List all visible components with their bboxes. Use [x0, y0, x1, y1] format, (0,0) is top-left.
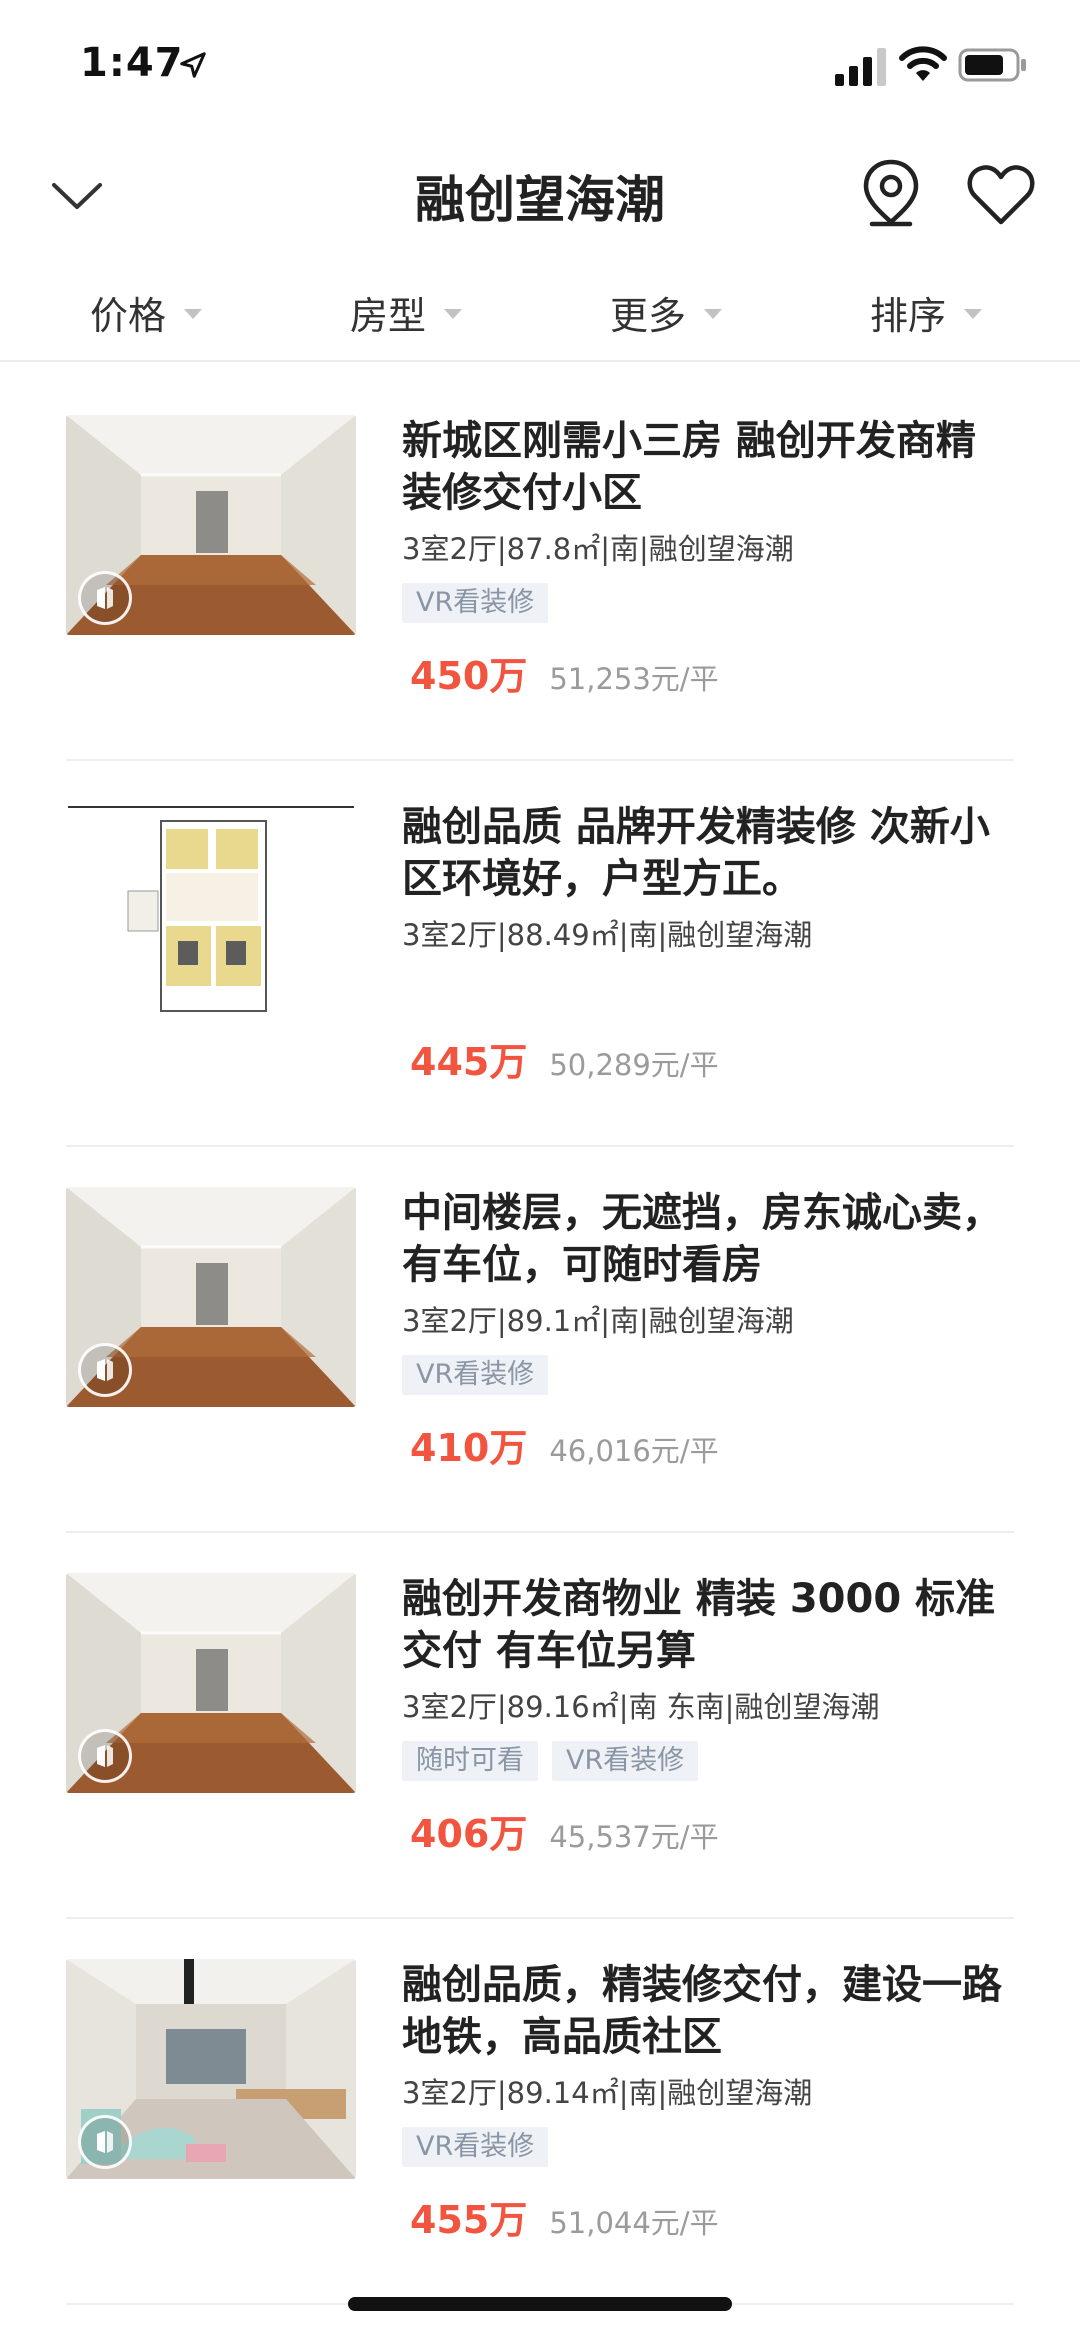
caret-down-icon [704, 309, 723, 319]
battery-icon [958, 48, 1026, 82]
listing-meta: 3室2厅|87.8㎡|南|融创望海潮 [402, 532, 794, 566]
status-time: 1:47 [80, 40, 184, 86]
price-row: 445万 50,289元/平 [402, 1031, 1014, 1086]
home-indicator [348, 2297, 732, 2311]
filter-label: 排序 [870, 293, 947, 338]
wifi-icon [899, 46, 947, 81]
unit-price: 51,044元/平 [549, 2206, 719, 2240]
listing-info: 融创品质，精装修交付，建设一路地铁，高品质社区 3室2厅|89.14㎡|南|融创… [402, 1959, 1014, 2244]
vr-icon [97, 1359, 113, 1381]
map-pin-icon[interactable] [858, 158, 924, 230]
price-row: 406万 45,537元/平 [402, 1803, 1014, 1858]
listing-item[interactable]: 融创品质 品牌开发精装修 次新小区环境好，户型方正。 3室2厅|88.49㎡|南… [66, 761, 1014, 1147]
unit-price: 46,016元/平 [549, 1434, 719, 1468]
listing-info: 融创品质 品牌开发精装修 次新小区环境好，户型方正。 3室2厅|88.49㎡|南… [402, 801, 1014, 1086]
floorplan-image [66, 801, 356, 1021]
tag-row [402, 969, 1014, 1009]
listing-thumbnail[interactable] [66, 801, 356, 1021]
total-price: 410万 [410, 1426, 528, 1470]
tag-row: VR看装修 [402, 583, 1014, 623]
unit-price: 51,253元/平 [549, 662, 719, 696]
feature-tag: 随时可看 [402, 1741, 538, 1781]
price-row: 410万 46,016元/平 [402, 1417, 1014, 1472]
listing-title: 融创品质 品牌开发精装修 次新小区环境好，户型方正。 [402, 804, 990, 902]
total-price: 450万 [410, 654, 528, 698]
vr-icon [97, 1745, 113, 1767]
listing-item[interactable]: 新城区刚需小三房 融创开发商精装修交付小区 3室2厅|87.8㎡|南|融创望海潮… [66, 375, 1014, 761]
listing-info: 新城区刚需小三房 融创开发商精装修交付小区 3室2厅|87.8㎡|南|融创望海潮… [402, 415, 1014, 700]
filter-label: 价格 [90, 293, 167, 338]
total-price: 445万 [410, 1040, 528, 1084]
filter-label: 房型 [350, 293, 427, 338]
tag-row: 随时可看 VR看装修 [402, 1741, 1014, 1781]
price-row: 450万 51,253元/平 [402, 645, 1014, 700]
vr-badge [78, 571, 132, 625]
total-price: 455万 [410, 2198, 528, 2242]
listing-info: 中间楼层，无遮挡，房东诚心卖，有车位，可随时看房 3室2厅|89.1㎡|南|融创… [402, 1187, 1014, 1472]
heart-icon[interactable] [966, 162, 1036, 228]
status-bar: 1:47 [0, 0, 1080, 135]
vr-badge [78, 2115, 132, 2169]
listing-meta: 3室2厅|89.1㎡|南|融创望海潮 [402, 1304, 794, 1338]
vr-badge [78, 1343, 132, 1397]
tag-row: VR看装修 [402, 2127, 1014, 2167]
vr-badge [78, 1729, 132, 1783]
feature-tag: VR看装修 [552, 1741, 699, 1781]
listing-title: 新城区刚需小三房 融创开发商精装修交付小区 [402, 418, 976, 516]
listing-info: 融创开发商物业 精装 3000 标准交付 有车位另算 3室2厅|89.16㎡|南… [402, 1573, 1014, 1858]
tag-row: VR看装修 [402, 1355, 1014, 1395]
total-price: 406万 [410, 1812, 528, 1856]
listing-meta: 3室2厅|89.14㎡|南|融创望海潮 [402, 2076, 813, 2110]
price-row: 455万 51,044元/平 [402, 2189, 1014, 2244]
feature-tag: VR看装修 [402, 2127, 549, 2167]
listing-meta: 3室2厅|89.16㎡|南 东南|融创望海潮 [402, 1690, 880, 1724]
nav-header: 融创望海潮 [0, 140, 1080, 250]
filter-layout[interactable]: 房型 [350, 282, 463, 342]
listing-title: 融创品质，精装修交付，建设一路地铁，高品质社区 [402, 1962, 1002, 2060]
cellular-signal-icon [835, 48, 886, 86]
vr-icon [97, 587, 113, 609]
listing-list: 新城区刚需小三房 融创开发商精装修交付小区 3室2厅|87.8㎡|南|融创望海潮… [66, 375, 1014, 2305]
listing-item[interactable]: 融创品质，精装修交付，建设一路地铁，高品质社区 3室2厅|89.14㎡|南|融创… [66, 1919, 1014, 2305]
caret-down-icon [964, 309, 983, 319]
caret-down-icon [184, 309, 203, 319]
unit-price: 45,537元/平 [549, 1820, 719, 1854]
filter-sort[interactable]: 排序 [870, 282, 983, 342]
feature-tag: VR看装修 [402, 1355, 549, 1395]
filter-more[interactable]: 更多 [610, 282, 723, 342]
unit-price: 50,289元/平 [549, 1048, 719, 1082]
caret-down-icon [444, 309, 463, 319]
vr-icon [97, 2131, 113, 2153]
listing-thumbnail[interactable] [66, 415, 356, 635]
listing-meta: 3室2厅|88.49㎡|南|融创望海潮 [402, 918, 813, 952]
listing-title: 融创开发商物业 精装 3000 标准交付 有车位另算 [402, 1576, 996, 1674]
listing-title: 中间楼层，无遮挡，房东诚心卖，有车位，可随时看房 [402, 1190, 1002, 1288]
filter-bar: 价格 房型 更多 排序 [0, 270, 1080, 362]
location-arrow-icon [180, 52, 206, 78]
listing-item[interactable]: 融创开发商物业 精装 3000 标准交付 有车位另算 3室2厅|89.16㎡|南… [66, 1533, 1014, 1919]
feature-tag: VR看装修 [402, 583, 549, 623]
listing-thumbnail[interactable] [66, 1959, 356, 2179]
filter-label: 更多 [610, 293, 687, 338]
listing-thumbnail[interactable] [66, 1573, 356, 1793]
listing-thumbnail[interactable] [66, 1187, 356, 1407]
filter-price[interactable]: 价格 [90, 282, 203, 342]
listing-item[interactable]: 中间楼层，无遮挡，房东诚心卖，有车位，可随时看房 3室2厅|89.1㎡|南|融创… [66, 1147, 1014, 1533]
